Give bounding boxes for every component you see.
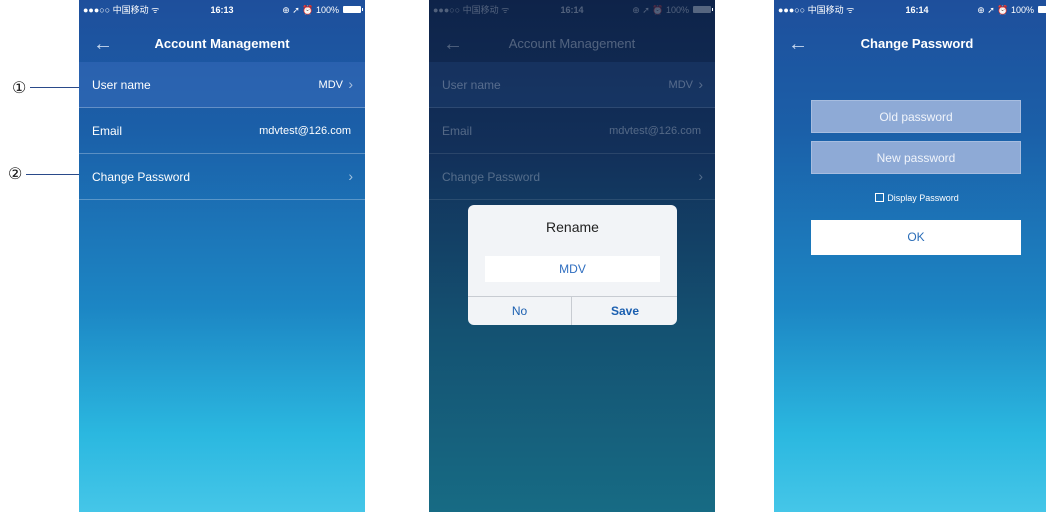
email-value: mdvtest@126.com: [259, 125, 351, 137]
user-name-value: MDV: [318, 79, 343, 91]
status-bar: ●●●○○ 中国移动 ᯤ 16:14 ⊕ ➚ ⏰ 100%: [429, 0, 715, 20]
display-password-toggle[interactable]: Display Password: [774, 191, 1046, 205]
callout-2-line: [26, 174, 79, 175]
battery-icon: [693, 6, 713, 13]
email-value: mdvtest@126.com: [609, 125, 701, 137]
chevron-right-icon: ›: [348, 76, 353, 92]
nav-bar: ← Change Password: [774, 20, 1046, 66]
chevron-right-icon: ›: [698, 76, 703, 92]
chevron-right-icon: ›: [348, 168, 353, 184]
nav-bar: ← Account Management: [79, 20, 365, 66]
dialog-buttons: No Save: [468, 296, 677, 325]
rename-dialog-screen: ●●●○○ 中国移动 ᯤ 16:14 ⊕ ➚ ⏰ 100% ← Account …: [429, 0, 715, 512]
email-row: Email mdvtest@126.com: [79, 108, 365, 154]
user-name-row[interactable]: User name MDV ›: [79, 62, 365, 108]
nav-bar: ← Account Management: [429, 20, 715, 66]
display-password-label: Display Password: [887, 193, 959, 203]
user-name-label: User name: [442, 78, 501, 92]
old-password-input[interactable]: Old password: [811, 100, 1021, 133]
user-name-row: User name MDV ›: [429, 62, 715, 108]
status-bar: ●●●○○ 中国移动 ᯤ 16:14 ⊕ ➚ ⏰ 100%: [774, 0, 1046, 20]
page-title: Account Management: [508, 36, 636, 51]
change-password-label: Change Password: [92, 170, 191, 184]
change-password-label: Change Password: [442, 170, 541, 184]
battery-icon: [343, 6, 363, 13]
no-button[interactable]: No: [468, 297, 572, 325]
change-password-screen: ●●●○○ 中国移动 ᯤ 16:14 ⊕ ➚ ⏰ 100% ← Change P…: [774, 0, 1046, 512]
user-name-value: MDV: [668, 79, 693, 91]
status-icons: ⊕ ➚ ⏰ 100%: [282, 5, 339, 15]
change-password-row[interactable]: Change Password ›: [79, 154, 365, 200]
account-management-screen: ●●●○○ 中国移动 ᯤ 16:13 ⊕ ➚ ⏰ 100% ← Account …: [79, 0, 365, 512]
page-title: Account Management: [154, 36, 290, 51]
save-button[interactable]: Save: [573, 297, 677, 325]
email-label: Email: [92, 124, 123, 138]
callout-1-line: [30, 87, 79, 88]
rename-input[interactable]: MDV: [485, 256, 660, 282]
rename-dialog: Rename MDV No Save: [468, 205, 677, 325]
dialog-title: Rename: [546, 219, 599, 235]
checkbox-icon[interactable]: [875, 193, 885, 202]
chevron-right-icon: ›: [698, 168, 703, 184]
status-icons: ⊕ ➚ ⏰ 100%: [632, 5, 689, 15]
email-row: Email mdvtest@126.com: [429, 108, 715, 154]
user-name-label: User name: [92, 78, 151, 92]
callout-2: ②: [8, 164, 23, 183]
status-bar: ●●●○○ 中国移动 ᯤ 16:13 ⊕ ➚ ⏰ 100%: [79, 0, 365, 20]
status-icons: ⊕ ➚ ⏰ 100%: [977, 5, 1034, 15]
email-label: Email: [442, 124, 473, 138]
ok-button[interactable]: OK: [811, 220, 1021, 255]
change-password-row: Change Password ›: [429, 154, 715, 200]
battery-icon: [1038, 6, 1046, 13]
new-password-input[interactable]: New password: [811, 141, 1021, 174]
page-title: Change Password: [860, 36, 974, 51]
callout-1: ①: [12, 78, 27, 97]
